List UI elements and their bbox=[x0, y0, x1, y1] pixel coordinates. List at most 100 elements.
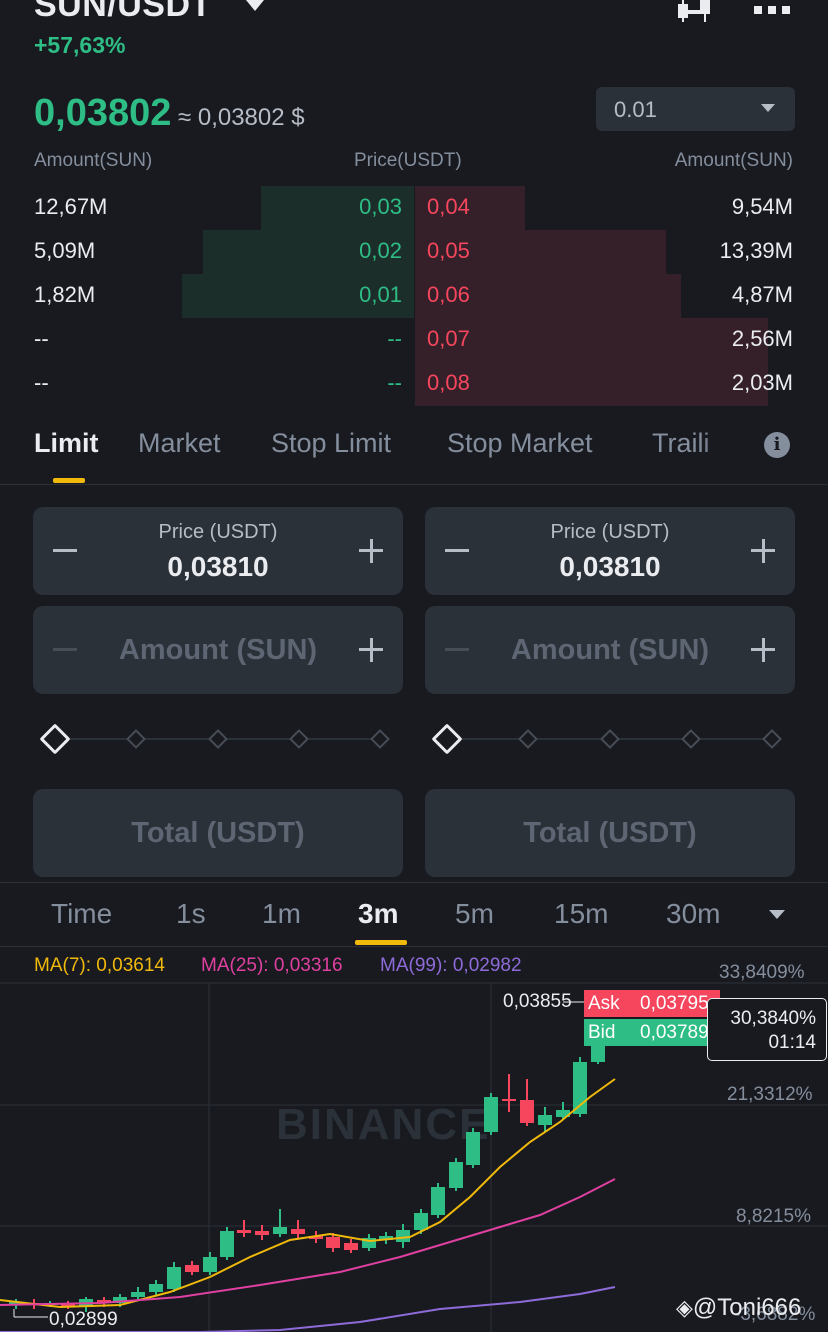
tf-15m[interactable]: 15m bbox=[554, 898, 608, 930]
tf-5m[interactable]: 5m bbox=[455, 898, 494, 930]
tf-1s[interactable]: 1s bbox=[176, 898, 206, 930]
buy-slider-handle[interactable] bbox=[39, 723, 71, 755]
bid-price: -- bbox=[387, 326, 402, 351]
buy-amount-increase-icon-v[interactable] bbox=[370, 638, 373, 662]
divider bbox=[0, 484, 828, 485]
bid-price: 0,01 bbox=[359, 282, 402, 307]
ask-price: 0,06 bbox=[427, 282, 470, 307]
tabs-fade bbox=[700, 420, 750, 472]
candle-down bbox=[185, 1265, 199, 1272]
buy-price-increase-icon-v[interactable] bbox=[370, 539, 373, 563]
tab-stop-limit[interactable]: Stop Limit bbox=[271, 428, 391, 459]
bid-tag-label: Bid bbox=[588, 1022, 616, 1043]
slider-step-75[interactable] bbox=[289, 729, 309, 749]
slider-step-100[interactable] bbox=[762, 729, 782, 749]
low-price-label: 0,02899 bbox=[49, 1309, 118, 1330]
candle-down bbox=[326, 1237, 340, 1248]
buy-price-label: Price (USDT) bbox=[158, 521, 278, 543]
orderbook-ask-amount-header: Amount(SUN) bbox=[674, 150, 793, 171]
slider-step-100[interactable] bbox=[370, 729, 390, 749]
candle-down bbox=[255, 1231, 269, 1235]
bid-price: -- bbox=[387, 370, 402, 395]
orderbook-row[interactable]: 1,82M 0,01 0,06 4,87M bbox=[0, 274, 828, 318]
pair-dropdown-caret-icon[interactable] bbox=[246, 0, 264, 11]
candle-up bbox=[484, 1097, 498, 1132]
info-icon[interactable]: i bbox=[764, 432, 790, 458]
last-price-fiat: ≈ 0,03802 $ bbox=[178, 104, 305, 131]
tf-3m[interactable]: 3m bbox=[358, 898, 398, 930]
bid-amount: 5,09M bbox=[34, 238, 96, 263]
orderbook-row[interactable]: -- -- 0,07 2,56M bbox=[0, 318, 828, 362]
slider-step-75[interactable] bbox=[681, 729, 701, 749]
candle-up bbox=[449, 1162, 463, 1188]
sell-price-increase-icon-v[interactable] bbox=[762, 539, 765, 563]
sell-slider-handle[interactable] bbox=[431, 723, 463, 755]
orderbook-row[interactable]: 5,09M 0,02 0,05 13,39M bbox=[0, 230, 828, 274]
axis-label: 8,8215% bbox=[736, 1206, 812, 1227]
tf-30m[interactable]: 30m bbox=[666, 898, 720, 930]
candlestick-chart-icon[interactable] bbox=[676, 0, 714, 24]
orderbook-price-header: Price(USDT) bbox=[354, 150, 462, 171]
candle-down bbox=[344, 1243, 358, 1250]
buy-price-input[interactable]: Price (USDT) 0,03810 bbox=[33, 507, 403, 595]
orderbook-row[interactable]: 12,67M 0,03 0,04 9,54M bbox=[0, 186, 828, 230]
candle-up bbox=[466, 1132, 480, 1165]
sell-amount-increase-icon-v[interactable] bbox=[762, 638, 765, 662]
ask-tag-label: Ask bbox=[588, 993, 620, 1014]
sell-total-input[interactable]: Total (USDT) bbox=[425, 789, 795, 877]
bid-amount: 12,67M bbox=[34, 194, 108, 219]
candle-up bbox=[131, 1292, 145, 1297]
slider-step-25[interactable] bbox=[518, 729, 538, 749]
candle-up bbox=[203, 1257, 217, 1272]
slider-step-50[interactable] bbox=[208, 729, 228, 749]
buy-amount-input[interactable]: Amount (SUN) bbox=[33, 606, 403, 694]
candle-down bbox=[237, 1230, 251, 1233]
bid-price: 0,02 bbox=[359, 238, 402, 263]
ma7-label: MA(7): 0,03614 bbox=[34, 955, 165, 976]
tab-limit[interactable]: Limit bbox=[34, 428, 99, 459]
buy-amount-placeholder: Amount (SUN) bbox=[118, 634, 318, 666]
orderbook-row[interactable]: -- -- 0,08 2,03M bbox=[0, 362, 828, 406]
tick-size-select[interactable]: 0.01 bbox=[596, 87, 795, 131]
ask-tag-value: 0,03795 bbox=[640, 993, 709, 1014]
active-timeframe-indicator bbox=[355, 940, 407, 945]
tf-time[interactable]: Time bbox=[51, 898, 112, 930]
buy-total-input[interactable]: Total (USDT) bbox=[33, 789, 403, 877]
tab-market[interactable]: Market bbox=[138, 428, 221, 459]
candle-up bbox=[414, 1213, 428, 1230]
sell-amount-input[interactable]: Amount (SUN) bbox=[425, 606, 795, 694]
slider-step-50[interactable] bbox=[600, 729, 620, 749]
ask-amount: 2,03M bbox=[731, 370, 793, 395]
ask-amount: 9,54M bbox=[731, 194, 793, 219]
candle-down bbox=[502, 1099, 516, 1101]
candle-up bbox=[273, 1227, 287, 1234]
candle-up bbox=[538, 1115, 552, 1125]
buy-price-value: 0,03810 bbox=[167, 551, 269, 582]
orderbook-bid-amount-header: Amount(SUN) bbox=[34, 150, 153, 171]
tf-1m[interactable]: 1m bbox=[262, 898, 301, 930]
ask-amount: 13,39M bbox=[719, 238, 793, 263]
slider-step-25[interactable] bbox=[126, 729, 146, 749]
pair-title[interactable]: SUN/USDT bbox=[34, 0, 212, 25]
divider bbox=[0, 882, 828, 883]
sell-price-input[interactable]: Price (USDT) 0,03810 bbox=[425, 507, 795, 595]
sell-total-placeholder: Total (USDT) bbox=[523, 817, 697, 849]
bid-price: 0,03 bbox=[359, 194, 402, 219]
credit-text: @Toni666 bbox=[692, 1294, 802, 1321]
ma25-label: MA(25): 0,03316 bbox=[201, 955, 343, 976]
sell-price-value: 0,03810 bbox=[559, 551, 661, 582]
chevron-down-icon[interactable] bbox=[769, 910, 785, 919]
ask-price: 0,05 bbox=[427, 238, 470, 263]
ma25-line bbox=[0, 1178, 616, 1306]
current-percent: 30,3840% bbox=[730, 1008, 816, 1029]
candle-up bbox=[396, 1230, 410, 1242]
ask-amount: 4,87M bbox=[731, 282, 793, 307]
bid-amount: -- bbox=[34, 326, 49, 351]
ask-price: 0,04 bbox=[427, 194, 470, 219]
candle-down bbox=[520, 1100, 534, 1123]
bid-amount: 1,82M bbox=[34, 282, 96, 307]
tab-stop-market[interactable]: Stop Market bbox=[447, 428, 593, 459]
tick-size-value: 0.01 bbox=[614, 97, 657, 122]
chevron-down-icon bbox=[761, 104, 775, 112]
more-options-icon[interactable] bbox=[752, 2, 792, 16]
